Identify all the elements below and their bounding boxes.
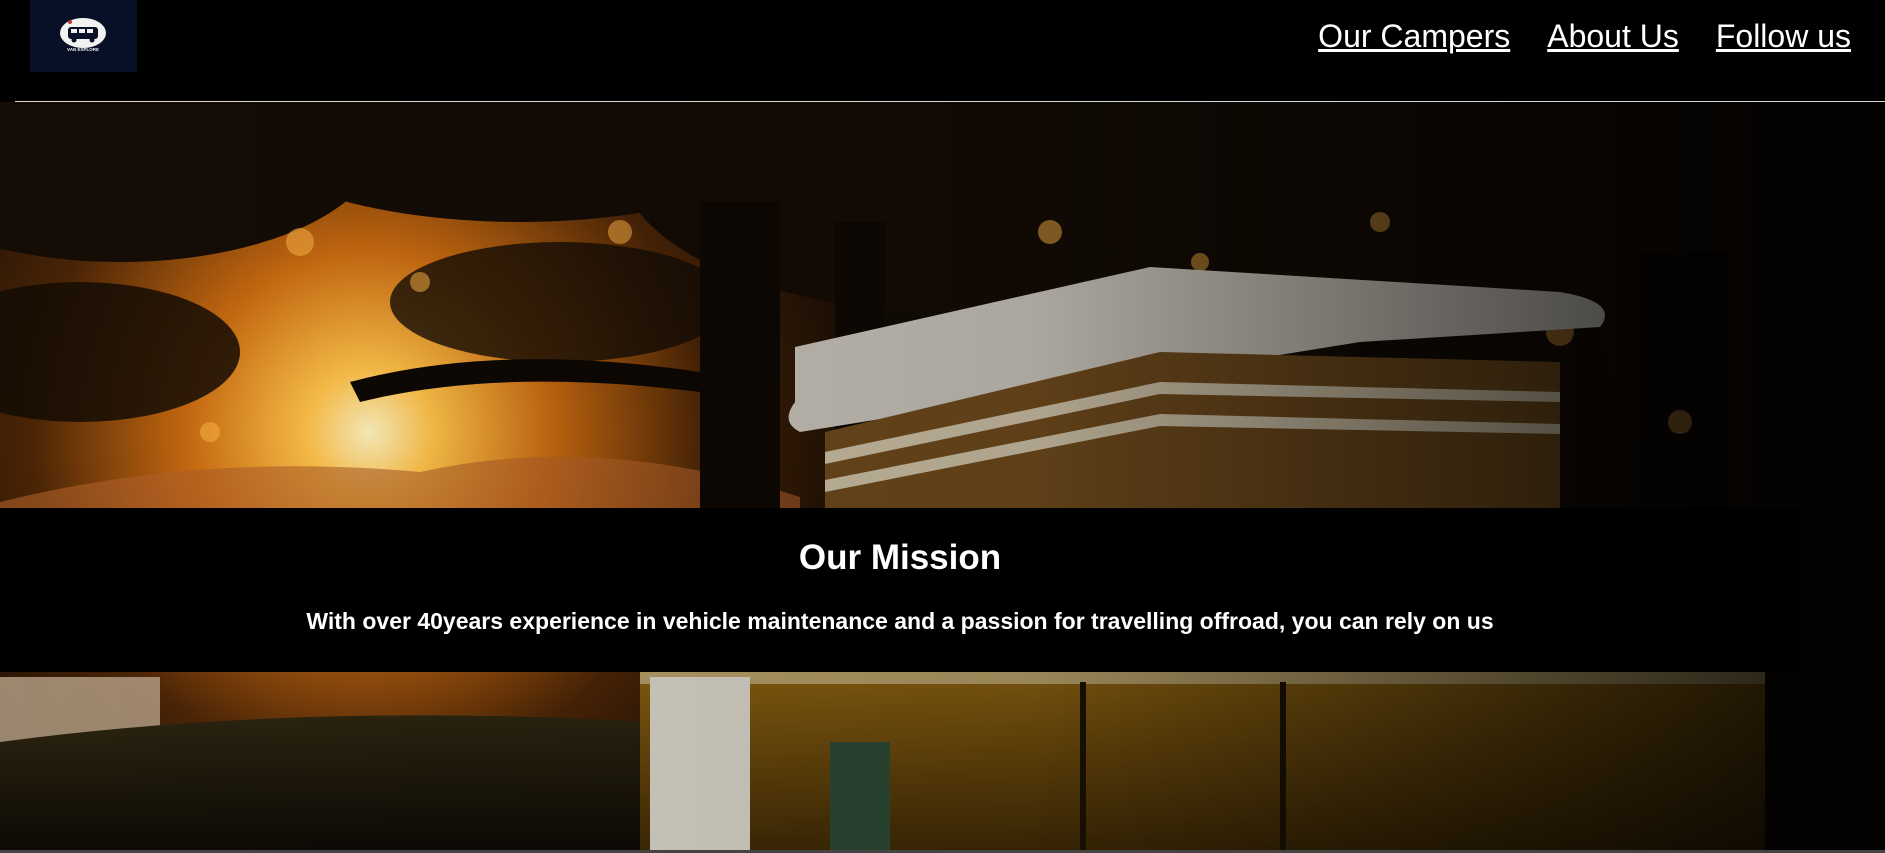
nav-link-about-us[interactable]: About Us bbox=[1547, 18, 1679, 55]
mission-title: Our Mission bbox=[798, 538, 1002, 577]
nav-link-follow-us[interactable]: Follow us bbox=[1716, 18, 1851, 55]
campervan-at-sunset-photo bbox=[0, 102, 1885, 850]
site-logo[interactable]: VAN EXPLORE bbox=[30, 0, 137, 72]
hero-section bbox=[0, 102, 1885, 850]
site-header: VAN EXPLORE Our Campers About Us Follow … bbox=[0, 0, 1885, 101]
main-nav: Our Campers About Us Follow us bbox=[1318, 18, 1851, 55]
mission-text: With over 40years experience in vehicle … bbox=[306, 608, 1494, 634]
logo-text: VAN EXPLORE bbox=[67, 47, 99, 52]
mission-banner: Our Mission With over 40years experience… bbox=[0, 508, 1800, 672]
van-logo-icon: VAN EXPLORE bbox=[60, 18, 106, 52]
nav-link-our-campers[interactable]: Our Campers bbox=[1318, 18, 1510, 55]
